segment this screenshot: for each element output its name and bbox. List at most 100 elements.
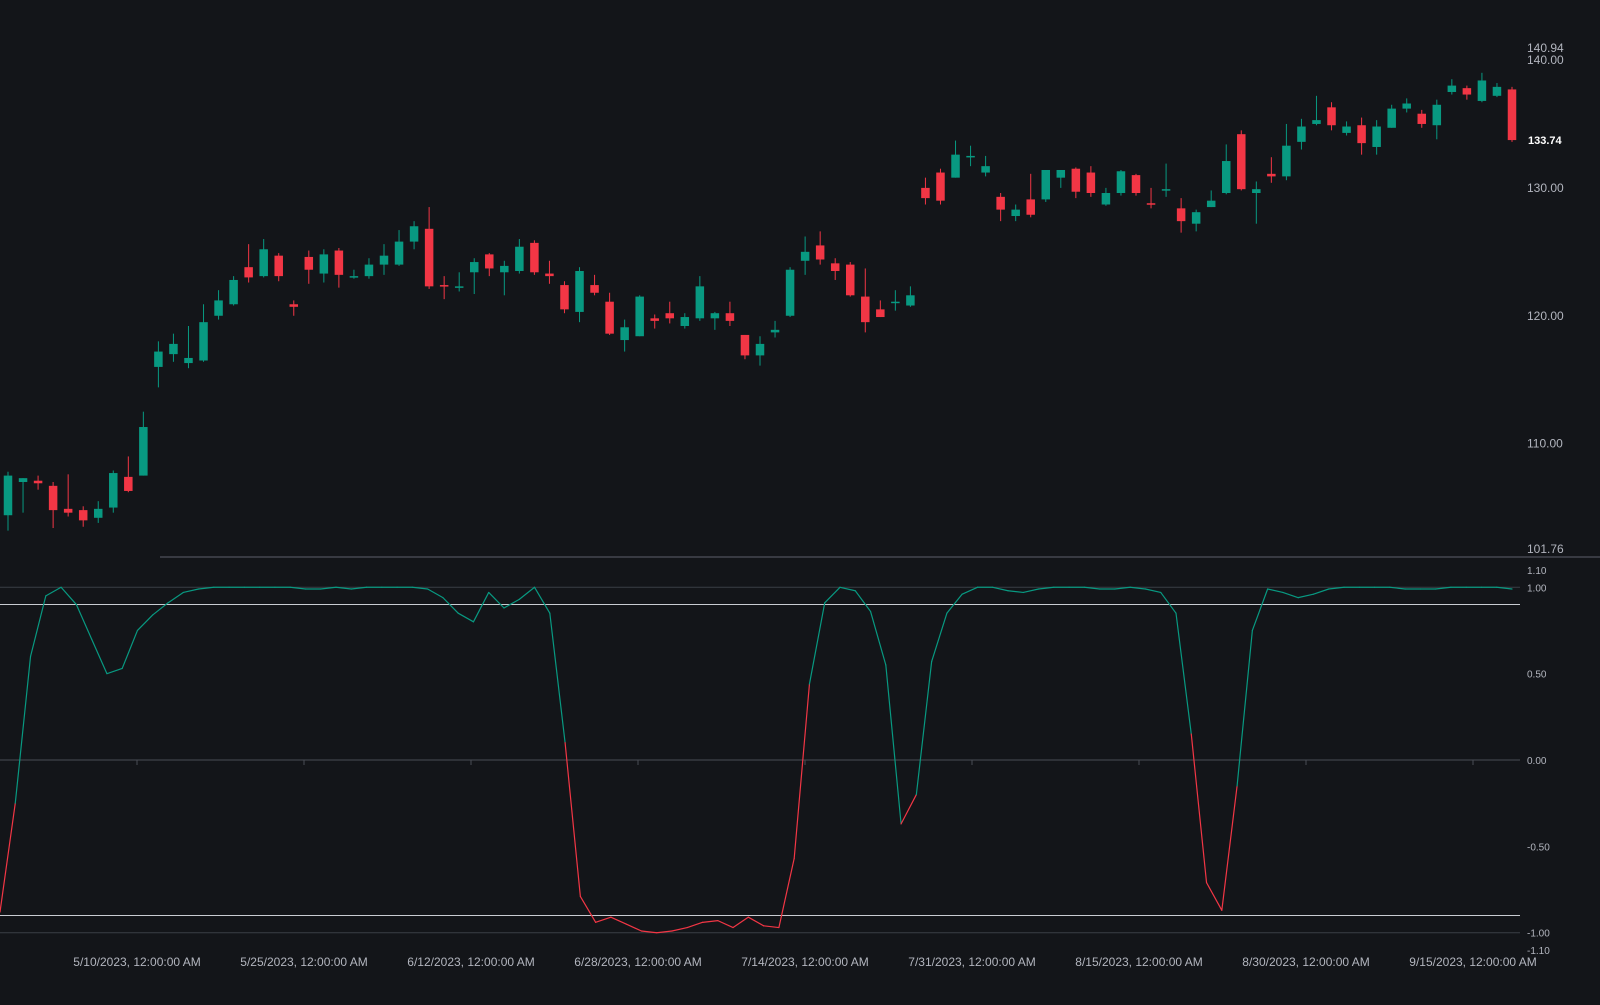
oscillator-line-segment (686, 921, 704, 929)
candle-body (1462, 88, 1472, 95)
time-tick-label: 6/28/2023, 12:00:00 AM (574, 955, 701, 969)
candle-body (815, 245, 825, 260)
candle-body (560, 285, 569, 310)
candle-body (710, 313, 720, 319)
price-tick-label: 130.00 (1527, 181, 1564, 195)
price-max-label: 140.94 (1527, 41, 1564, 55)
candle-body (319, 254, 329, 274)
candle-body (334, 250, 344, 275)
candle-body (1026, 199, 1035, 215)
time-tick-label: 5/10/2023, 12:00:00 AM (73, 955, 200, 969)
candle-body (1161, 189, 1171, 191)
price-panel: 110.00 120.00 130.00 140.00140.94 101.76 133.… (3, 41, 1600, 558)
oscillator-line-segment (1251, 588, 1269, 632)
osc-tick-label: -0.50 (1527, 842, 1550, 853)
candle-body (1282, 145, 1291, 177)
oscillator-line-segment (533, 586, 551, 614)
oscillator-line-segment (1007, 590, 1024, 594)
oscillator-line-segment (167, 591, 184, 604)
oscillator-line-segment (671, 926, 688, 932)
candle-body (695, 286, 705, 319)
oscillator-line-segment (610, 916, 627, 925)
candle-body (1056, 169, 1066, 178)
time-tick-label: 6/12/2023, 12:00:00 AM (407, 955, 534, 969)
candle-body (78, 510, 88, 521)
candle-body (244, 267, 253, 278)
candle-body (184, 357, 193, 364)
candle-body (1071, 168, 1081, 192)
oscillator-line-segment (1190, 733, 1208, 884)
candle-body (845, 264, 855, 296)
candle-body (1297, 126, 1306, 142)
candle-body (800, 251, 810, 261)
candle-body (515, 246, 524, 272)
candle-body (3, 475, 13, 516)
candle-body (364, 264, 374, 277)
candle-body (981, 166, 990, 173)
osc-tick-label: 1.00 (1527, 583, 1547, 594)
candle-body (665, 313, 675, 319)
candle-body (725, 313, 735, 321)
oscillator-line-segment (45, 586, 62, 597)
oscillator-line-segment (14, 655, 32, 804)
candle-body (48, 485, 58, 511)
candle-body (199, 322, 208, 361)
chart-container[interactable]: 110.00 120.00 130.00 140.00 140.94 101.76 133.… (0, 0, 1600, 1000)
time-tick-label: 8/15/2023, 12:00:00 AM (1075, 955, 1202, 969)
candle-body (1372, 126, 1381, 147)
candle-body (1492, 86, 1502, 96)
candle-body (876, 309, 885, 318)
candle-body (1357, 125, 1366, 144)
candle-body (1417, 113, 1427, 124)
candle-body (1176, 208, 1186, 222)
oscillator-line-segment (701, 920, 719, 923)
oscillator-line-segment (75, 603, 93, 640)
oscillator-line-segment (1236, 629, 1253, 787)
oscillator-line-segment (549, 612, 566, 744)
oscillator-line-segment (717, 920, 734, 929)
oscillator-line-segment (778, 857, 795, 929)
candle-body (109, 473, 118, 508)
candle-body (439, 285, 449, 287)
oscillator-line-segment (60, 586, 77, 606)
price-tick-label: 140.00 (1527, 53, 1564, 67)
candle-body (1146, 203, 1156, 205)
candle-body (259, 249, 268, 277)
oscillator-line-segment (793, 683, 811, 860)
oscillator-line-segment (900, 793, 917, 825)
candle-body (936, 172, 945, 201)
chart-svg[interactable]: 110.00 120.00 130.00 140.00140.94 101.76 133.… (0, 0, 1600, 1000)
oscillator-line-segment (472, 591, 490, 623)
candle-body (469, 262, 479, 273)
candle-body (1086, 172, 1096, 194)
oscillator-line-segment (91, 638, 108, 675)
candle-body (650, 318, 659, 321)
oscillator-line-segment (1267, 588, 1284, 594)
oscillator-line-segment (854, 590, 872, 613)
oscillator-line-segment (931, 612, 948, 663)
oscillator-line-segment (442, 597, 459, 614)
osc-tick-label: 0.00 (1527, 756, 1547, 767)
oscillator-line-segment (595, 916, 612, 923)
candle-body (605, 301, 614, 334)
oscillator-line-segment (1297, 593, 1315, 599)
candle-body (1402, 103, 1411, 109)
oscillator-line-segment (564, 742, 581, 898)
candle-body (409, 226, 419, 242)
candle-body (1432, 104, 1442, 126)
time-tick-label: 9/15/2023, 12:00:00 AM (1409, 955, 1536, 969)
candle-body (891, 301, 900, 304)
candle-body (590, 285, 599, 293)
oscillator-line-segment (961, 586, 979, 595)
candle-body (1191, 212, 1201, 224)
candle-body (1342, 126, 1351, 133)
candle-body (575, 271, 584, 312)
candle-body (485, 254, 494, 269)
candle-body (349, 276, 359, 278)
oscillator-line-segment (488, 591, 505, 609)
oscillator-line-segment (503, 598, 520, 609)
oscillator-line-segment (747, 916, 765, 927)
candle-body (379, 255, 389, 265)
candle-body (951, 154, 960, 178)
oscillator-line-segment (915, 660, 933, 796)
